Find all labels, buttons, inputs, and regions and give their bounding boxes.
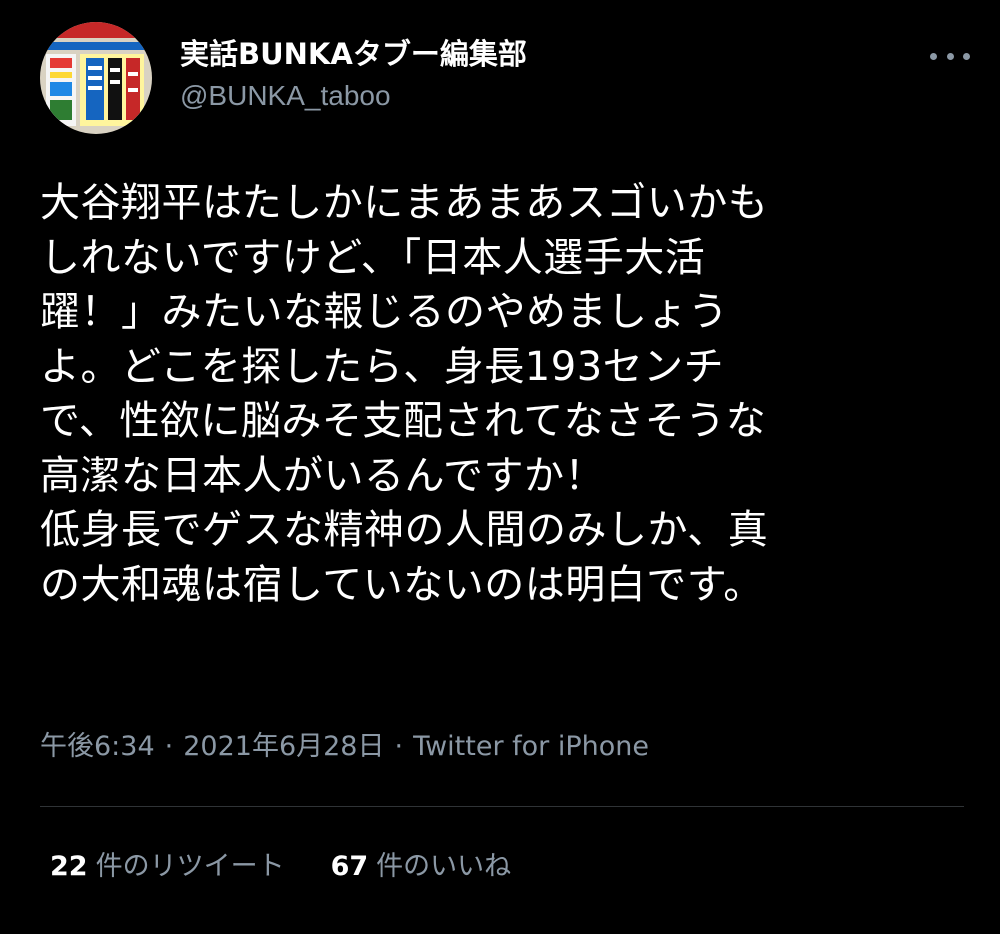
likes-count: 67	[330, 851, 369, 882]
tweet-text-line: 躍！」みたいな報じるのやめましょう	[40, 289, 729, 335]
tweet-text-line: よ。どこを探したら、身長193センチ	[40, 343, 725, 390]
magazine-cover-avatar-icon	[40, 22, 152, 134]
retweets-count: 22	[50, 851, 88, 882]
tweet-source[interactable]: Twitter for iPhone	[413, 731, 649, 762]
tweet-text: 大谷翔平はたしかにまあまあスゴいかも しれないですけど、「日本人選手大活 躍！」みた…	[40, 176, 970, 612]
likes-stat[interactable]: 67 件のいいね	[331, 848, 512, 886]
author-handle[interactable]: @BUNKA_taboo	[180, 76, 527, 116]
likes-label: 件のいいね	[376, 851, 512, 882]
tweet-meta: 午後6:34 · 2021年6月28日 · Twitter for iPhone	[40, 728, 649, 766]
more-dot-icon	[930, 52, 937, 60]
tweet-detail: 実話BUNKAタブー編集部 @BUNKA_taboo 大谷翔平はたしかにまあまあ…	[0, 0, 1000, 934]
tweet-stats: 22 件のリツイート 67 件のいいね	[50, 848, 511, 886]
meta-separator: ·	[394, 731, 404, 762]
tweet-text-line: しれないですけど、「日本人選手大活	[40, 234, 706, 281]
tweet-text-line: の大和魂は宿していないのは明白です。	[40, 561, 764, 608]
more-dot-icon	[946, 52, 954, 60]
more-dot-icon	[963, 52, 970, 60]
tweet-date[interactable]: 2021年6月28日	[183, 731, 384, 762]
retweets-stat[interactable]: 22 件のリツイート	[50, 848, 285, 886]
avatar[interactable]	[40, 22, 152, 134]
author-names: 実話BUNKAタブー編集部 @BUNKA_taboo	[180, 36, 527, 116]
meta-separator: ·	[164, 731, 174, 762]
retweets-label: 件のリツイート	[95, 851, 285, 882]
tweet-text-line: 高潔な日本人がいるんですか！	[40, 452, 605, 499]
tweet-text-line: 低身長でゲスな精神の人間のみしか、真	[40, 507, 769, 553]
tweet-text-line: 大谷翔平はたしかにまあまあスゴいかも	[40, 180, 769, 226]
more-options-button[interactable]	[930, 44, 970, 68]
divider	[40, 806, 964, 807]
author-display-name[interactable]: 実話BUNKAタブー編集部	[180, 36, 527, 72]
tweet-header: 実話BUNKAタブー編集部 @BUNKA_taboo	[40, 22, 970, 134]
tweet-time[interactable]: 午後6:34	[40, 731, 155, 762]
tweet-text-line: で、性欲に脳みそ支配されてなさそうな	[40, 398, 767, 444]
